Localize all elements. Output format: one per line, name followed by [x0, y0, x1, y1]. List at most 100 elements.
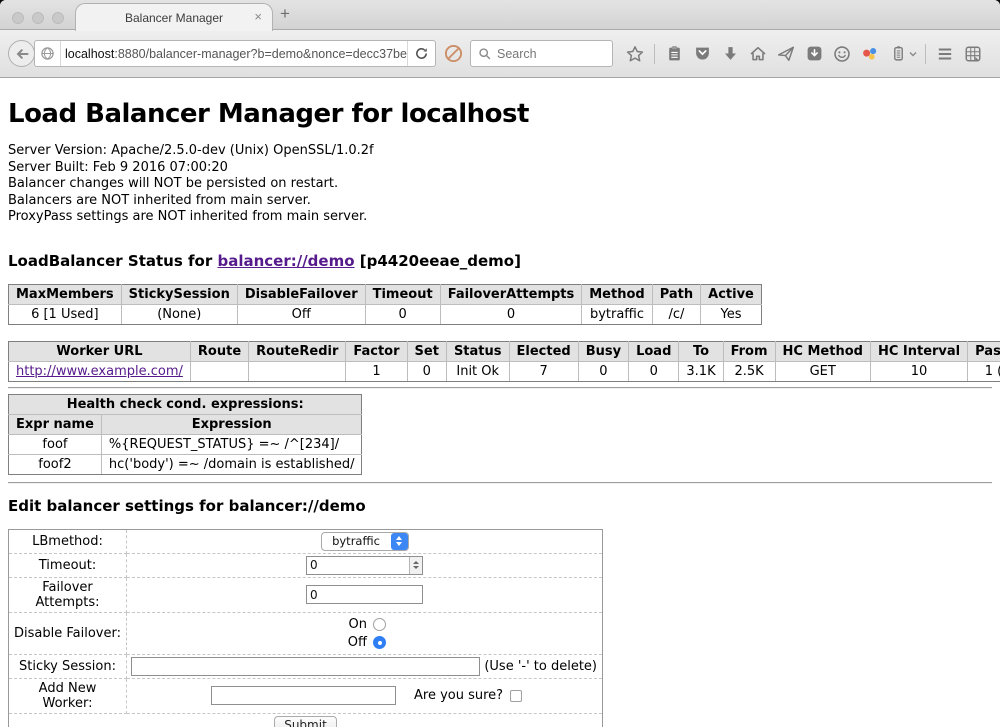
new-tab-button[interactable]: +	[280, 4, 290, 24]
sticky-session-row: Sticky Session: (Use '-' to delete)	[9, 654, 603, 678]
table-row: foof2 hc('body') =~ /domain is establish…	[9, 454, 362, 474]
zoom-window-button[interactable]	[52, 12, 64, 24]
url-bar[interactable]: localhost:8880/balancer-manager?b=demo&n…	[34, 40, 436, 67]
col-active: Active	[701, 284, 762, 304]
lbmethod-select[interactable]: bytraffic	[321, 532, 409, 551]
timeout-input[interactable]: 0	[306, 556, 423, 575]
col-timeout: Timeout	[365, 284, 440, 304]
browser-window: Balancer Manager × + localhost:8880/bala…	[0, 0, 1000, 728]
server-version-line: Server Version: Apache/2.5.0-dev (Unix) …	[8, 143, 992, 160]
clipboard-icon	[666, 45, 683, 62]
search-input[interactable]: Search	[470, 40, 613, 67]
select-stepper-icon	[391, 533, 408, 550]
sticky-session-label: Sticky Session:	[9, 654, 127, 678]
table-row: foof %{REQUEST_STATUS} =~ /^[234]/	[9, 434, 362, 454]
are-you-sure-checkbox[interactable]	[510, 690, 522, 702]
tab-title: Balancer Manager	[125, 11, 223, 25]
tab-grid-button[interactable]	[959, 40, 987, 68]
are-you-sure-label: Are you sure?	[414, 688, 503, 703]
tab-close-icon[interactable]: ×	[254, 9, 262, 24]
timeout-row: Timeout: 0	[9, 553, 603, 577]
col-expr-name: Expr name	[9, 414, 102, 434]
minimize-window-button[interactable]	[32, 12, 44, 24]
balancer-demo-link[interactable]: balancer://demo	[217, 252, 354, 270]
failover-attempts-label: Failover Attempts:	[9, 577, 127, 612]
color-dots-icon	[861, 45, 879, 63]
home-button[interactable]	[744, 40, 772, 68]
send-tab-button[interactable]	[772, 40, 800, 68]
balancer-status-table: MaxMembers StickySession DisableFailover…	[8, 284, 762, 325]
feedback-button[interactable]	[828, 40, 856, 68]
close-window-button[interactable]	[12, 12, 24, 24]
divider	[8, 482, 992, 484]
dropdown-caret-icon[interactable]	[908, 49, 918, 59]
tab-balancer-manager[interactable]: Balancer Manager ×	[75, 3, 273, 31]
disable-failover-off-radio[interactable]	[373, 636, 386, 649]
window-controls[interactable]	[12, 12, 64, 24]
col-expression: Expression	[101, 414, 362, 434]
pocket-icon	[694, 45, 711, 62]
smiley-icon	[833, 45, 851, 63]
download-arrow-icon	[722, 45, 739, 62]
submit-button[interactable]: Submit	[274, 716, 337, 727]
back-button[interactable]	[8, 40, 35, 67]
reading-list-button[interactable]	[660, 40, 688, 68]
image-blocked-button[interactable]	[439, 40, 467, 68]
failover-attempts-row: Failover Attempts: 0	[9, 577, 603, 612]
health-check-table: Health check cond. expressions: Expr nam…	[8, 394, 362, 475]
search-icon	[478, 47, 492, 61]
lbmethod-row: LBmethod: bytraffic	[9, 529, 603, 553]
loadbalancer-status-heading: LoadBalancer Status for balancer://demo …	[8, 252, 992, 270]
timeout-value: 0	[310, 558, 318, 572]
server-info: Server Version: Apache/2.5.0-dev (Unix) …	[8, 143, 992, 226]
add-worker-row: Add New Worker: Are you sure?	[9, 678, 603, 713]
navigation-toolbar: localhost:8880/balancer-manager?b=demo&n…	[0, 30, 1000, 78]
table-header-row: MaxMembers StickySession DisableFailover…	[9, 284, 762, 304]
back-arrow-icon	[14, 46, 30, 62]
edit-settings-heading: Edit balancer settings for balancer://de…	[8, 497, 992, 515]
col-stickysession: StickySession	[121, 284, 237, 304]
url-input[interactable]: localhost:8880/balancer-manager?b=demo&n…	[61, 47, 407, 61]
submit-row: Submit	[9, 713, 603, 727]
sticky-session-input[interactable]	[131, 657, 480, 676]
home-icon	[749, 45, 767, 63]
menu-button[interactable]	[931, 40, 959, 68]
col-method: Method	[582, 284, 652, 304]
failover-attempts-value: 0	[310, 588, 318, 602]
status-heading-suffix: [p4420eeae_demo]	[355, 252, 521, 270]
blocked-image-icon	[444, 44, 463, 63]
downloads-button[interactable]	[716, 40, 744, 68]
globe-icon[interactable]	[35, 41, 61, 66]
page-content: Load Balancer Manager for localhost Serv…	[0, 78, 1000, 727]
pocket-button[interactable]	[688, 40, 716, 68]
worker-url-link[interactable]: http://www.example.com/	[16, 364, 183, 379]
server-built-line: Server Built: Feb 9 2016 07:00:20	[8, 160, 992, 177]
tab-bar: Balancer Manager × +	[0, 0, 1000, 30]
inherit-note-line: Balancers are NOT inherited from main se…	[8, 193, 992, 210]
status-heading-prefix: LoadBalancer Status for	[8, 252, 217, 270]
disable-failover-on-radio[interactable]	[373, 618, 386, 631]
add-worker-input[interactable]	[211, 686, 396, 705]
persist-note-line: Balancer changes will NOT be persisted o…	[8, 176, 992, 193]
sidebar-clipboard-icon	[890, 45, 907, 62]
search-placeholder: Search	[497, 47, 537, 61]
col-path: Path	[652, 284, 700, 304]
timeout-label: Timeout:	[9, 553, 127, 577]
number-spinner-icon[interactable]	[409, 557, 422, 574]
save-page-button[interactable]	[800, 40, 828, 68]
proxypass-note-line: ProxyPass settings are NOT inherited fro…	[8, 209, 992, 226]
col-maxmembers: MaxMembers	[9, 284, 122, 304]
url-host: localhost	[65, 47, 114, 61]
sticky-session-note: (Use '-' to delete)	[484, 659, 598, 674]
worker-status-table: Worker URL Route RouteRedir Factor Set S…	[8, 341, 1000, 382]
bookmark-star-button[interactable]	[621, 40, 649, 68]
lbmethod-selected-value: bytraffic	[322, 534, 391, 548]
col-failoverattempts: FailoverAttempts	[440, 284, 582, 304]
balancer-settings-form: LBmethod: bytraffic Timeout: 0	[8, 529, 603, 727]
extension-dots-button[interactable]	[856, 40, 884, 68]
table-row: http://www.example.com/ 1 0 Init Ok 7 0 …	[9, 361, 1000, 381]
radio-off-label: Off	[343, 635, 367, 650]
tab-grid-icon	[964, 45, 982, 63]
reload-button[interactable]	[407, 41, 435, 66]
failover-attempts-input[interactable]: 0	[306, 585, 423, 604]
